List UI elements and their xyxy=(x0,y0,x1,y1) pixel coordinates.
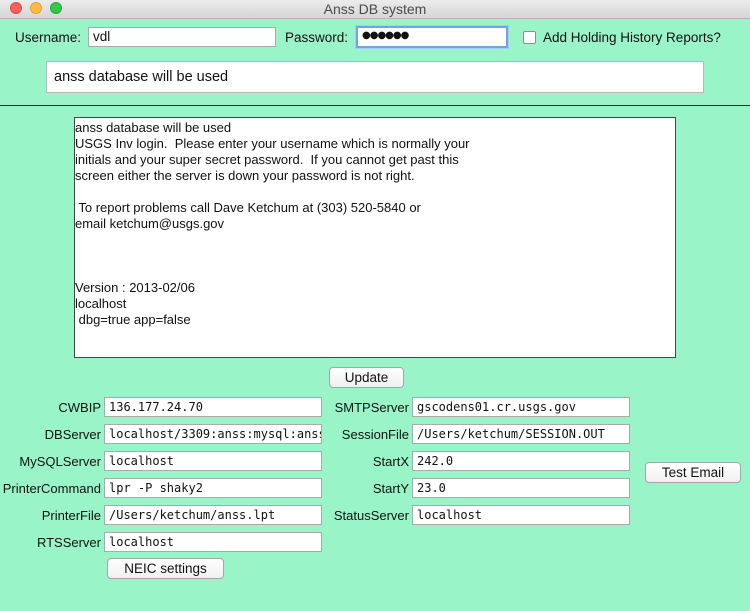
startx-label: StartX xyxy=(372,454,409,469)
info-text: anss database will be used USGS Inv logi… xyxy=(75,120,470,327)
printercommand-label: PrinterCommand xyxy=(2,481,101,496)
rtsserver-field[interactable]: localhost xyxy=(104,532,322,552)
mysqlserver-field[interactable]: localhost xyxy=(104,451,322,471)
password-field[interactable]: ●●●●●● xyxy=(356,26,508,48)
holding-history-checkbox[interactable] xyxy=(523,31,536,44)
sessionfile-label: SessionFile xyxy=(341,427,409,442)
password-label: Password: xyxy=(285,30,349,45)
separator-line xyxy=(0,105,750,106)
neic-settings-button[interactable]: NEIC settings xyxy=(107,558,224,579)
holding-history-label[interactable]: Add Holding History Reports? xyxy=(543,30,721,45)
dbserver-label: DBServer xyxy=(44,427,101,442)
statusserver-label: StatusServer xyxy=(333,508,409,523)
mysqlserver-label: MySQLServer xyxy=(19,454,101,469)
startx-field[interactable]: 242.0 xyxy=(412,451,630,471)
window-title: Anss DB system xyxy=(323,1,427,17)
username-label: Username: xyxy=(15,30,82,45)
window-titlebar: Anss DB system xyxy=(0,0,750,19)
printercommand-field[interactable]: lpr -P shaky2 xyxy=(104,478,322,498)
status-message-field: anss database will be used xyxy=(46,61,704,93)
smtpserver-field[interactable]: gscodens01.cr.usgs.gov xyxy=(412,397,630,417)
printerfile-label: PrinterFile xyxy=(41,508,101,523)
sessionfile-field[interactable]: /Users/ketchum/SESSION.OUT xyxy=(412,424,630,444)
test-email-button[interactable]: Test Email xyxy=(645,462,741,483)
starty-field[interactable]: 23.0 xyxy=(412,478,630,498)
info-text-area[interactable]: anss database will be used USGS Inv logi… xyxy=(74,117,676,358)
username-field[interactable]: vdl xyxy=(88,27,276,47)
statusserver-field[interactable]: localhost xyxy=(412,505,630,525)
cwbip-label: CWBIP xyxy=(58,400,101,415)
update-button[interactable]: Update xyxy=(329,367,404,388)
cwbip-field[interactable]: 136.177.24.70 xyxy=(104,397,322,417)
smtpserver-label: SMTPServer xyxy=(334,400,409,415)
starty-label: StartY xyxy=(372,481,409,496)
dbserver-field[interactable]: localhost/3309:anss:mysql:anss xyxy=(104,424,322,444)
printerfile-field[interactable]: /Users/ketchum/anss.lpt xyxy=(104,505,322,525)
rtsserver-label: RTSServer xyxy=(36,535,101,550)
